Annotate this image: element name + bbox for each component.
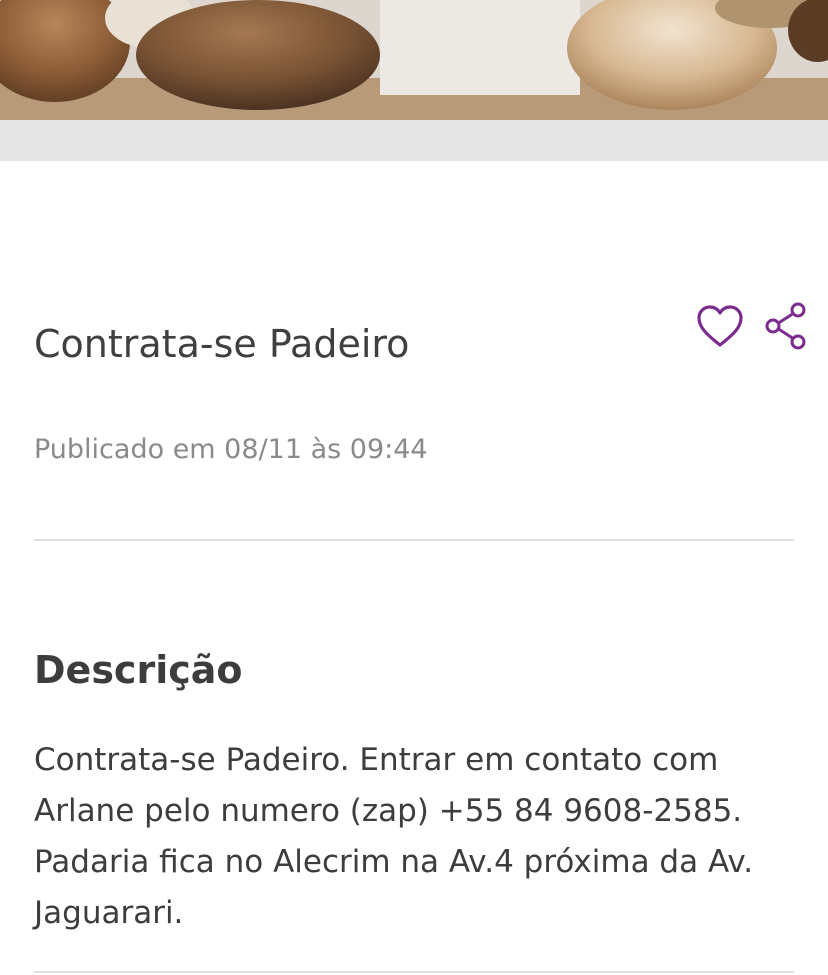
bread-loaves-image xyxy=(0,0,828,120)
divider xyxy=(34,971,794,973)
description-heading: Descrição xyxy=(34,648,243,692)
share-icon xyxy=(765,302,806,350)
divider xyxy=(34,539,794,541)
share-button[interactable] xyxy=(764,302,808,350)
published-date: Publicado em 08/11 às 09:44 xyxy=(34,434,428,465)
image-footer-band xyxy=(0,120,828,161)
heart-icon xyxy=(697,305,743,347)
post-title: Contrata-se Padeiro xyxy=(34,322,410,366)
cover-photo xyxy=(0,0,828,120)
post-actions xyxy=(696,302,808,350)
favorite-button[interactable] xyxy=(696,304,744,348)
description-text: Contrata-se Padeiro. Entrar em contato c… xyxy=(34,742,754,931)
